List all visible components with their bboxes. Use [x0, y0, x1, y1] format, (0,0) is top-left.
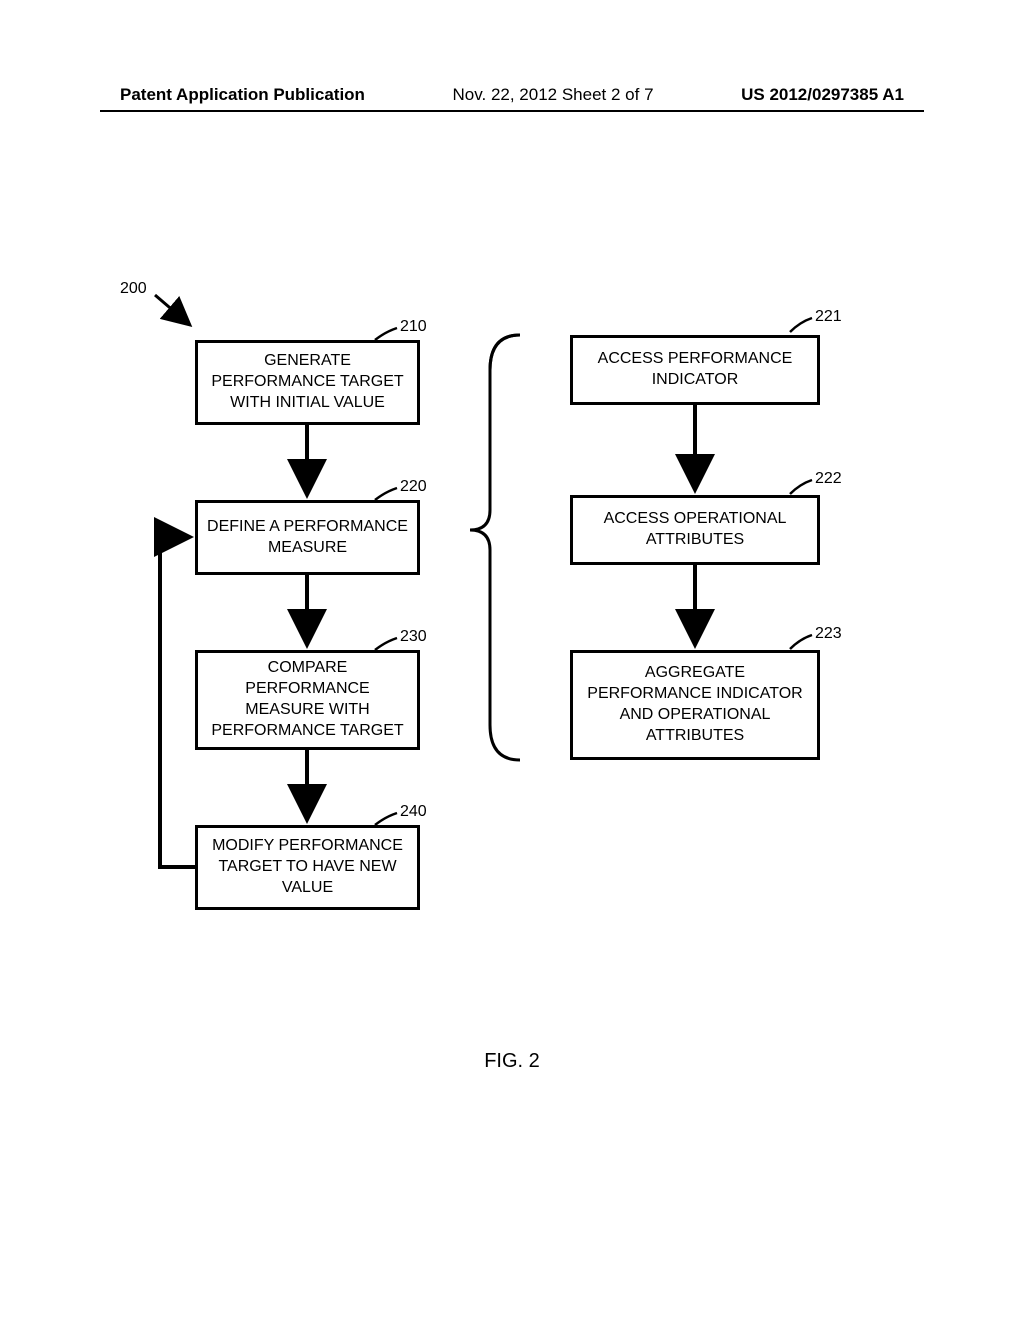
ref-221: 221: [815, 308, 842, 326]
box-240-text: MODIFY PERFORMANCE TARGET TO HAVE NEW VA…: [206, 836, 409, 898]
box-222-text: ACCESS OPERATIONAL ATTRIBUTES: [581, 509, 809, 551]
box-230-text: COMPARE PERFORMANCE MEASURE WITH PERFORM…: [206, 658, 409, 741]
box-generate-target: GENERATE PERFORMANCE TARGET WITH INITIAL…: [195, 340, 420, 425]
header-rule: [100, 110, 924, 112]
ref-230: 230: [400, 628, 427, 646]
box-221-text: ACCESS PERFORMANCE INDICATOR: [581, 349, 809, 391]
box-aggregate: AGGREGATE PERFORMANCE INDICATOR AND OPER…: [570, 650, 820, 760]
box-access-indicator: ACCESS PERFORMANCE INDICATOR: [570, 335, 820, 405]
ref-240: 240: [400, 803, 427, 821]
box-modify-target: MODIFY PERFORMANCE TARGET TO HAVE NEW VA…: [195, 825, 420, 910]
ref-220: 220: [400, 478, 427, 496]
box-define-measure: DEFINE A PERFORMANCE MEASURE: [195, 500, 420, 575]
ref-210: 210: [400, 318, 427, 336]
box-access-attributes: ACCESS OPERATIONAL ATTRIBUTES: [570, 495, 820, 565]
box-220-text: DEFINE A PERFORMANCE MEASURE: [206, 517, 409, 559]
flowchart-arrows: [0, 280, 1024, 1280]
header-middle: Nov. 22, 2012 Sheet 2 of 7: [453, 85, 654, 105]
header-left: Patent Application Publication: [120, 85, 365, 105]
header-right: US 2012/0297385 A1: [741, 85, 904, 105]
box-compare: COMPARE PERFORMANCE MEASURE WITH PERFORM…: [195, 650, 420, 750]
figure-caption: FIG. 2: [0, 1050, 1024, 1073]
box-210-text: GENERATE PERFORMANCE TARGET WITH INITIAL…: [206, 351, 409, 413]
ref-222: 222: [815, 470, 842, 488]
box-223-text: AGGREGATE PERFORMANCE INDICATOR AND OPER…: [581, 663, 809, 746]
ref-223: 223: [815, 625, 842, 643]
ref-200: 200: [120, 280, 147, 298]
